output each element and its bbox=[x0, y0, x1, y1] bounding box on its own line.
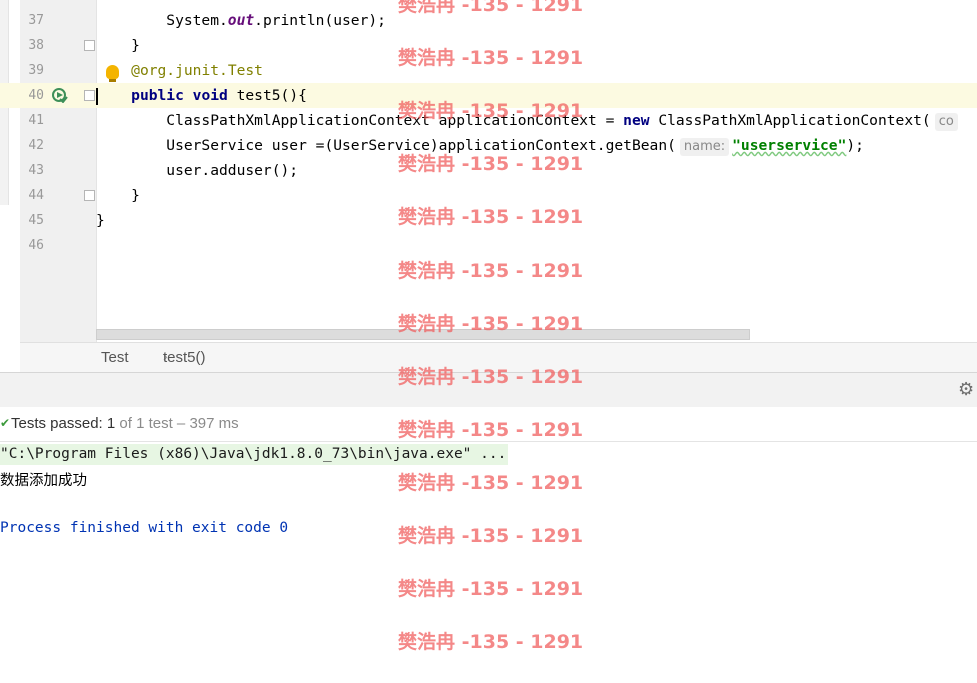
text-caret bbox=[96, 88, 98, 105]
code-token: Test bbox=[227, 62, 263, 79]
line-number: 43 bbox=[28, 163, 44, 178]
code-token: } bbox=[96, 212, 105, 229]
code-token: @org.junit. bbox=[131, 62, 228, 79]
check-icon: ✔ bbox=[0, 416, 11, 430]
code-line[interactable]: 38 } bbox=[0, 33, 977, 58]
console-command-line[interactable]: "C:\Program Files (x86)\Java\jdk1.8.0_73… bbox=[0, 444, 509, 465]
horizontal-scrollbar[interactable] bbox=[96, 329, 750, 340]
code-token: System. bbox=[96, 12, 228, 29]
lightbulb-icon[interactable] bbox=[106, 65, 119, 82]
line-number: 44 bbox=[28, 188, 44, 203]
code-line[interactable]: 42 UserService user =(UserService)applic… bbox=[0, 133, 977, 158]
code-line[interactable]: 45} bbox=[0, 208, 977, 233]
code-text[interactable]: } bbox=[96, 183, 140, 208]
gear-icon[interactable]: ⚙ bbox=[958, 381, 976, 399]
code-token: new bbox=[623, 112, 650, 129]
code-token: UserService user =(UserService)applicati… bbox=[96, 137, 676, 154]
code-line[interactable]: 37 System.out.println(user); bbox=[0, 8, 977, 33]
fold-marker-icon[interactable] bbox=[84, 40, 95, 51]
line-number: 46 bbox=[28, 238, 44, 253]
code-token: ); bbox=[846, 137, 864, 154]
parameter-hint: co bbox=[934, 113, 958, 131]
code-token: test5(){ bbox=[227, 87, 307, 104]
run-test-icon[interactable] bbox=[52, 87, 68, 103]
line-number: 37 bbox=[28, 13, 44, 28]
code-token: ClassPathXmlApplicationContext applicati… bbox=[96, 112, 624, 129]
test-status-bar: ✔ Tests passed: 1 of 1 test – 397 ms bbox=[0, 407, 977, 442]
line-number: 45 bbox=[28, 213, 44, 228]
code-token: ClassPathXmlApplicationContext( bbox=[649, 112, 931, 129]
code-token: user.adduser(); bbox=[96, 162, 299, 179]
code-token: out bbox=[227, 12, 255, 29]
code-line[interactable]: 39 @org.junit.Test bbox=[0, 58, 977, 83]
code-line[interactable]: 41 ClassPathXmlApplicationContext applic… bbox=[0, 108, 977, 133]
line-number: 42 bbox=[28, 138, 44, 153]
console-output-text: 数据添加成功 bbox=[0, 473, 87, 489]
code-text[interactable]: user.adduser(); bbox=[96, 158, 298, 183]
code-text[interactable]: ClassPathXmlApplicationContext applicati… bbox=[96, 108, 961, 133]
code-token: } bbox=[96, 187, 140, 204]
breadcrumb-method[interactable]: test5() bbox=[163, 349, 206, 366]
code-text[interactable]: } bbox=[96, 33, 140, 58]
code-token: "userservice" bbox=[732, 137, 847, 154]
code-line[interactable]: 46 bbox=[0, 233, 977, 258]
line-number: 41 bbox=[28, 113, 44, 128]
tests-passed-count: 1 bbox=[106, 415, 116, 432]
breadcrumb-class[interactable]: Test bbox=[101, 349, 129, 366]
code-line[interactable]: 44 } bbox=[0, 183, 977, 208]
breadcrumb: Test › test5() bbox=[20, 342, 977, 373]
code-token: .println(user); bbox=[254, 12, 386, 29]
code-token: } bbox=[96, 37, 140, 54]
code-token: public void bbox=[131, 87, 228, 104]
code-text[interactable]: UserService user =(UserService)applicati… bbox=[96, 133, 864, 158]
code-editor[interactable]: 37 System.out.println(user); 38 } 39 @org.… bbox=[0, 0, 977, 342]
tests-passed-label: Tests passed: bbox=[11, 415, 107, 432]
code-line[interactable]: 40 public void test5(){ bbox=[0, 83, 977, 108]
code-text[interactable]: public void test5(){ bbox=[96, 83, 307, 108]
code-text[interactable]: System.out.println(user); bbox=[96, 8, 386, 33]
test-status-text: Tests passed: 1 of 1 test – 397 ms bbox=[11, 415, 239, 432]
code-text[interactable]: } bbox=[96, 208, 105, 233]
tests-summary: of 1 test – 397 ms bbox=[115, 415, 239, 432]
console-output[interactable]: "C:\Program Files (x86)\Java\jdk1.8.0_73… bbox=[0, 442, 977, 683]
code-text[interactable]: @org.junit.Test bbox=[96, 58, 263, 83]
line-number: 38 bbox=[28, 38, 44, 53]
fold-marker-icon[interactable] bbox=[84, 190, 95, 201]
parameter-hint: name: bbox=[679, 138, 730, 156]
code-line[interactable]: 43 user.adduser(); bbox=[0, 158, 977, 183]
line-number: 40 bbox=[28, 88, 44, 103]
console-exit-message: Process finished with exit code 0 bbox=[0, 520, 289, 536]
line-number: 39 bbox=[28, 63, 44, 78]
fold-marker-icon[interactable] bbox=[84, 90, 95, 101]
run-toolbar: ⚙ bbox=[0, 372, 977, 408]
